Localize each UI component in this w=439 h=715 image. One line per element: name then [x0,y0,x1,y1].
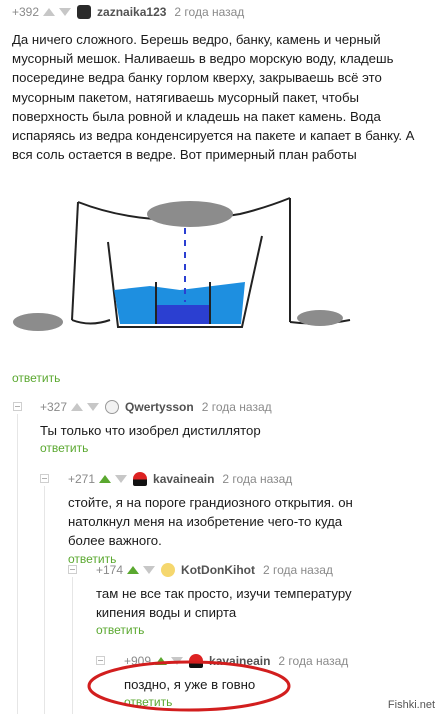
comment-header: +174 KotDonKihot 2 года назад [96,562,434,578]
bag-outline [71,201,79,321]
upvote-icon[interactable] [99,475,112,483]
thread-line [17,414,18,714]
comment-text: там не все так просто, изучи температуру… [96,586,352,621]
downvote-icon[interactable] [115,475,128,483]
comment-text: стойте, я на пороге грандиозного открыти… [68,495,353,549]
username[interactable]: KotDonKihot [181,563,255,577]
collapse-toggle[interactable] [40,474,49,483]
rating: +392 [12,5,40,19]
avatar[interactable] [161,563,176,577]
comment-text: Да ничего сложного. Берешь ведро, банку,… [12,32,415,163]
comment-header: +392 zaznaika123 2 года назад [12,4,432,20]
thread-line [72,577,73,714]
username[interactable]: zaznaika123 [97,5,166,19]
avatar[interactable] [77,5,92,19]
timestamp[interactable]: 2 года назад [174,5,244,19]
stone-center [147,201,233,227]
reply-link[interactable]: ответить [12,371,60,385]
username[interactable]: kavaineain [153,472,214,486]
upvote-icon[interactable] [71,403,84,411]
highlight-circle [87,660,291,712]
rating: +174 [96,563,124,577]
distiller-drawing [13,197,351,331]
comment-header: +271 kavaineain 2 года назад [68,471,434,487]
downvote-icon[interactable] [143,566,156,574]
timestamp[interactable]: 2 года назад [202,400,272,414]
stone-right [297,310,343,326]
avatar[interactable] [105,400,120,414]
watermark: Fishki.net [387,699,435,711]
comment-1: +392 zaznaika123 2 года назад Да ничего … [12,4,432,164]
upvote-icon[interactable] [127,566,140,574]
comment-header: +327 Qwertysson 2 года назад [40,399,435,415]
comment-2: +327 Qwertysson 2 года назад Ты только ч… [40,399,435,455]
collapse-toggle[interactable] [68,565,77,574]
jar [156,305,210,324]
reply-link[interactable]: ответить [96,623,434,637]
collapse-toggle[interactable] [13,402,22,411]
upvote-icon[interactable] [43,8,56,16]
thread-line [44,486,45,714]
avatar[interactable] [133,472,148,486]
downvote-icon[interactable] [87,403,100,411]
downvote-icon[interactable] [59,8,72,16]
stone-left [13,313,63,331]
rating: +271 [68,472,96,486]
comment-3: +271 kavaineain 2 года назад стойте, я н… [68,471,434,566]
comment-text: Ты только что изобрел дистиллятор [40,423,261,438]
reply-link[interactable]: ответить [40,441,435,455]
timestamp[interactable]: 2 года назад [263,563,333,577]
rating: +327 [40,400,68,414]
timestamp[interactable]: 2 года назад [222,472,292,486]
username[interactable]: Qwertysson [125,400,194,414]
comment-4: +174 KotDonKihot 2 года назад там не все… [96,562,434,637]
